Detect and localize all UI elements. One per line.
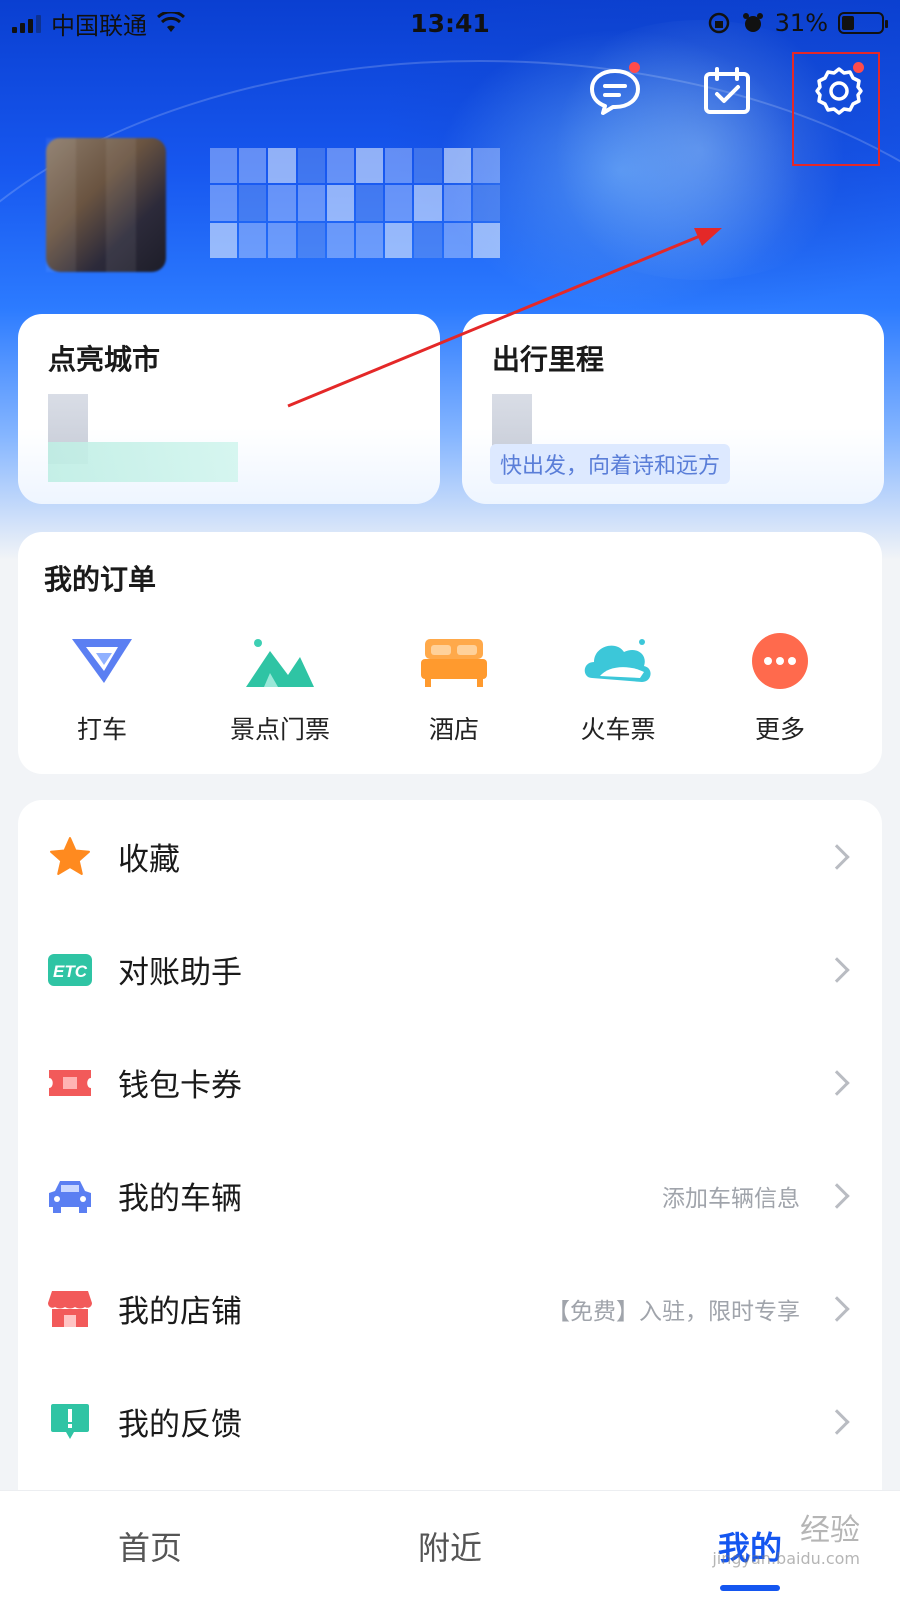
- menu-item-my-vehicles[interactable]: 我的车辆 添加车辆信息: [18, 1139, 882, 1252]
- order-scenic-ticket[interactable]: 景点门票: [210, 630, 350, 746]
- chevron-right-icon: [824, 1408, 850, 1435]
- username-blurred[interactable]: [210, 148, 500, 258]
- settings-menu-list: 收藏 ETC 对账助手 钱包卡券 我的车辆 添加车辆信息 我的店铺 【免费】入驻…: [18, 800, 882, 1510]
- order-more[interactable]: 更多: [710, 630, 850, 746]
- message-badge: [629, 62, 640, 73]
- etc-icon: ETC: [48, 953, 92, 986]
- taxi-icon: [72, 639, 132, 683]
- chevron-right-icon: [824, 1182, 850, 1209]
- alarm-icon: [742, 13, 763, 32]
- store-promo-hint: 【免费】入驻，限时专享: [547, 1298, 800, 1325]
- travel-mileage-title: 出行里程: [492, 343, 605, 376]
- star-icon: [50, 836, 90, 875]
- checkin-button[interactable]: [696, 60, 758, 122]
- battery-percent: 31%: [774, 9, 828, 37]
- menu-item-reconciliation[interactable]: ETC 对账助手: [18, 913, 882, 1026]
- hotel-bed-icon: [421, 639, 487, 687]
- add-vehicle-hint: 添加车辆信息: [662, 1185, 800, 1212]
- menu-item-my-feedback[interactable]: 我的反馈: [18, 1365, 882, 1478]
- lit-cities-progress-blurred: [48, 442, 238, 482]
- status-bar: 中国联通 13:41 31%: [0, 0, 900, 46]
- tab-home[interactable]: 首页: [50, 1523, 250, 1569]
- menu-item-wallet-coupons[interactable]: 钱包卡券: [18, 1026, 882, 1139]
- settings-highlight-box: [792, 52, 880, 166]
- chevron-right-icon: [824, 1295, 850, 1322]
- order-taxi[interactable]: 打车: [32, 630, 172, 746]
- lit-cities-card[interactable]: 点亮城市: [18, 314, 440, 504]
- lit-cities-title: 点亮城市: [48, 343, 161, 376]
- checkin-icon: [704, 67, 750, 114]
- travel-mileage-card[interactable]: 出行里程 快出发，向着诗和远方: [462, 314, 884, 504]
- store-icon: [48, 1290, 92, 1327]
- travel-mileage-subtitle: 快出发，向着诗和远方: [490, 444, 731, 484]
- menu-item-favorites[interactable]: 收藏: [18, 800, 882, 913]
- chevron-right-icon: [824, 843, 850, 870]
- my-orders-title: 我的订单: [44, 563, 157, 596]
- battery-icon: [838, 12, 888, 34]
- feedback-icon: [51, 1403, 89, 1439]
- message-icon: [590, 69, 640, 115]
- order-train-ticket[interactable]: 火车票: [548, 630, 688, 746]
- coupon-icon: [49, 1069, 91, 1096]
- scenic-ticket-icon: [246, 639, 314, 687]
- watermark-brand: 经验: [800, 1513, 860, 1548]
- avatar[interactable]: [46, 138, 166, 272]
- svg-text:ETC: ETC: [53, 962, 88, 981]
- tab-nearby[interactable]: 附近: [350, 1523, 550, 1569]
- train-ticket-icon: [584, 639, 651, 682]
- message-button[interactable]: [584, 60, 646, 122]
- more-icon: [752, 633, 808, 689]
- chevron-right-icon: [824, 956, 850, 983]
- baidu-jingyan-watermark: 经验 jingyan.baidu.com: [712, 1505, 860, 1568]
- menu-item-my-store[interactable]: 我的店铺 【免费】入驻，限时专享: [18, 1252, 882, 1365]
- watermark-url: jingyan.baidu.com: [712, 1549, 860, 1568]
- rotation-lock-icon: [708, 12, 729, 34]
- chevron-right-icon: [824, 1069, 850, 1096]
- my-orders-panel: 我的订单 打车 景点门票 酒店 火车票 更多: [18, 532, 882, 774]
- car-icon: [49, 1180, 91, 1213]
- order-hotel[interactable]: 酒店: [384, 630, 524, 746]
